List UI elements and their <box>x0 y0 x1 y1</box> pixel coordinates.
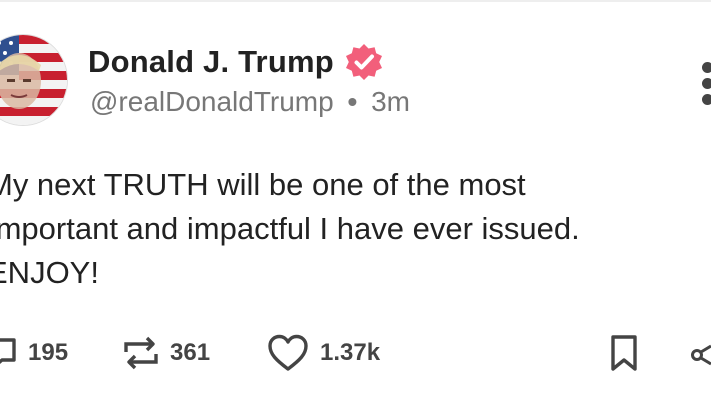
more-options-icon[interactable] <box>690 58 711 108</box>
author-handle[interactable]: @realDonaldTrump <box>90 86 334 117</box>
post-meta: @realDonaldTrump • 3m <box>90 86 410 118</box>
like-button[interactable]: 1.37k <box>266 330 380 376</box>
avatar[interactable] <box>0 34 68 126</box>
reply-icon <box>0 338 16 364</box>
bookmark-icon <box>611 335 637 371</box>
heart-icon <box>268 334 308 371</box>
top-divider <box>0 0 711 2</box>
post-body-line: My next TRUTH will be one of the most <box>0 167 526 202</box>
post-actions: 195 361 1.37k <box>0 330 711 380</box>
post-body: My next TRUTH will be one of the most Im… <box>0 163 711 295</box>
post-body-line: ENJOY! <box>0 255 99 290</box>
reply-count: 195 <box>28 339 69 366</box>
retruth-icon <box>124 336 158 370</box>
bookmark-button[interactable] <box>608 330 640 376</box>
post-timestamp[interactable]: 3m <box>371 86 410 117</box>
author-row: Donald J. Trump <box>88 40 384 84</box>
reply-button[interactable]: 195 <box>0 330 68 376</box>
avatar-image <box>0 35 67 125</box>
author-name[interactable]: Donald J. Trump <box>88 44 334 80</box>
like-count: 1.37k <box>320 339 381 366</box>
verified-badge-icon <box>345 44 382 80</box>
meta-separator: • <box>347 86 358 117</box>
post-body-line: Important and impactful I have ever issu… <box>0 211 580 246</box>
retruth-count: 361 <box>170 339 211 366</box>
retruth-button[interactable]: 361 <box>122 330 210 376</box>
share-icon <box>691 344 711 366</box>
share-button[interactable] <box>690 330 711 376</box>
